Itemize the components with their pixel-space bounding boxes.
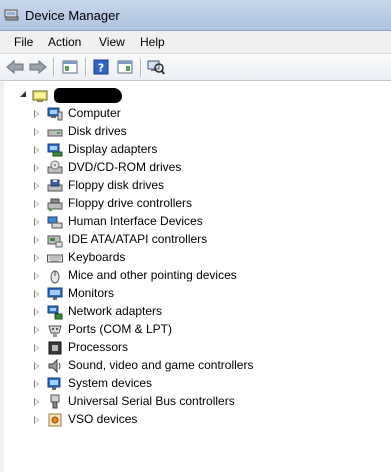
- toolbar-separator: [53, 58, 55, 77]
- expand-arrow-icon[interactable]: [34, 380, 39, 388]
- expand-arrow-icon[interactable]: [34, 164, 39, 172]
- menu-action[interactable]: Action: [48, 35, 81, 49]
- expand-arrow-icon[interactable]: [34, 290, 39, 298]
- tree-item-label: IDE ATA/ATAPI controllers: [68, 232, 208, 246]
- expand-arrow-icon[interactable]: [34, 308, 39, 316]
- expand-arrow-icon[interactable]: [34, 344, 39, 352]
- tree-item-label: Monitors: [68, 286, 115, 300]
- expand-arrow-icon[interactable]: [34, 254, 39, 262]
- device-tree[interactable]: Computer Disk drives Display adapters DVD/C…: [0, 81, 391, 472]
- system-device-icon: [47, 376, 63, 392]
- expand-arrow-icon[interactable]: [34, 182, 39, 190]
- expand-arrow-icon[interactable]: [34, 146, 39, 154]
- svg-text:?: ?: [98, 62, 104, 75]
- collapse-arrow-icon[interactable]: [20, 91, 26, 97]
- menu-file[interactable]: File: [14, 35, 33, 49]
- expand-arrow-icon[interactable]: [34, 236, 39, 244]
- tree-item-label: Floppy drive controllers: [68, 196, 193, 210]
- tree-item-label: System devices: [68, 376, 153, 390]
- scan-hardware-icon[interactable]: [146, 58, 166, 76]
- tree-item-label: DVD/CD-ROM drives: [68, 160, 182, 174]
- disk-drive-icon: [47, 124, 63, 140]
- tree-item-label: Ports (COM & LPT): [68, 322, 173, 336]
- computer-icon: [47, 106, 63, 122]
- expand-arrow-icon[interactable]: [34, 416, 39, 424]
- title-bar[interactable]: Device Manager: [0, 0, 391, 31]
- toolbar-separator: [85, 58, 87, 77]
- dvd-drive-icon: [47, 160, 63, 176]
- hid-icon: [47, 214, 63, 230]
- menu-help[interactable]: Help: [140, 35, 165, 49]
- display-adapter-icon: [47, 142, 63, 158]
- tree-item-label: Floppy disk drives: [68, 178, 165, 192]
- expand-arrow-icon[interactable]: [34, 128, 39, 136]
- processor-icon: [47, 340, 63, 356]
- expand-arrow-icon[interactable]: [34, 272, 39, 280]
- ide-controller-icon: [47, 232, 63, 248]
- toolbar: ?: [0, 54, 391, 81]
- tree-item-label: Mice and other pointing devices: [68, 268, 237, 282]
- details-pane-icon[interactable]: [115, 58, 135, 76]
- expand-arrow-icon[interactable]: [34, 218, 39, 226]
- device-manager-icon: [4, 7, 20, 21]
- window-title: Device Manager: [25, 8, 120, 23]
- usb-icon: [47, 394, 63, 410]
- tree-item-label: Keyboards: [68, 250, 126, 264]
- network-adapter-icon: [47, 304, 63, 320]
- expand-arrow-icon[interactable]: [34, 362, 39, 370]
- toolbar-separator: [140, 58, 142, 77]
- expand-arrow-icon[interactable]: [34, 326, 39, 334]
- tree-item-label: Sound, video and game controllers: [68, 358, 254, 372]
- expand-arrow-icon[interactable]: [34, 398, 39, 406]
- back-arrow-icon[interactable]: [5, 58, 25, 76]
- tree-item-label: VSO devices: [68, 412, 138, 426]
- help-icon[interactable]: ?: [91, 58, 111, 76]
- properties-pane-icon[interactable]: [60, 58, 80, 76]
- floppy-disk-icon: [47, 178, 63, 194]
- monitor-icon: [47, 286, 63, 302]
- tree-item-label: Human Interface Devices: [68, 214, 203, 228]
- speaker-icon: [47, 358, 63, 374]
- expand-arrow-icon[interactable]: [34, 200, 39, 208]
- mouse-icon: [47, 268, 63, 284]
- floppy-controller-icon: [47, 196, 63, 212]
- computer-root-icon: [32, 89, 50, 106]
- tree-item-label: Display adapters: [68, 142, 158, 156]
- port-icon: [47, 322, 63, 338]
- tree-item-label: Universal Serial Bus controllers: [68, 394, 235, 408]
- menu-bar: File Action View Help: [0, 31, 391, 54]
- vso-device-icon: [47, 412, 63, 428]
- tree-item-label: Computer: [68, 106, 121, 120]
- tree-item-label: Disk drives: [68, 124, 127, 138]
- keyboard-icon: [47, 250, 63, 266]
- expand-arrow-icon[interactable]: [34, 110, 39, 118]
- tree-item-label: Network adapters: [68, 304, 163, 318]
- forward-arrow-icon[interactable]: [28, 58, 48, 76]
- tree-item-label: Processors: [68, 340, 129, 354]
- redacted-computer-name: [54, 88, 122, 103]
- menu-view[interactable]: View: [99, 35, 125, 49]
